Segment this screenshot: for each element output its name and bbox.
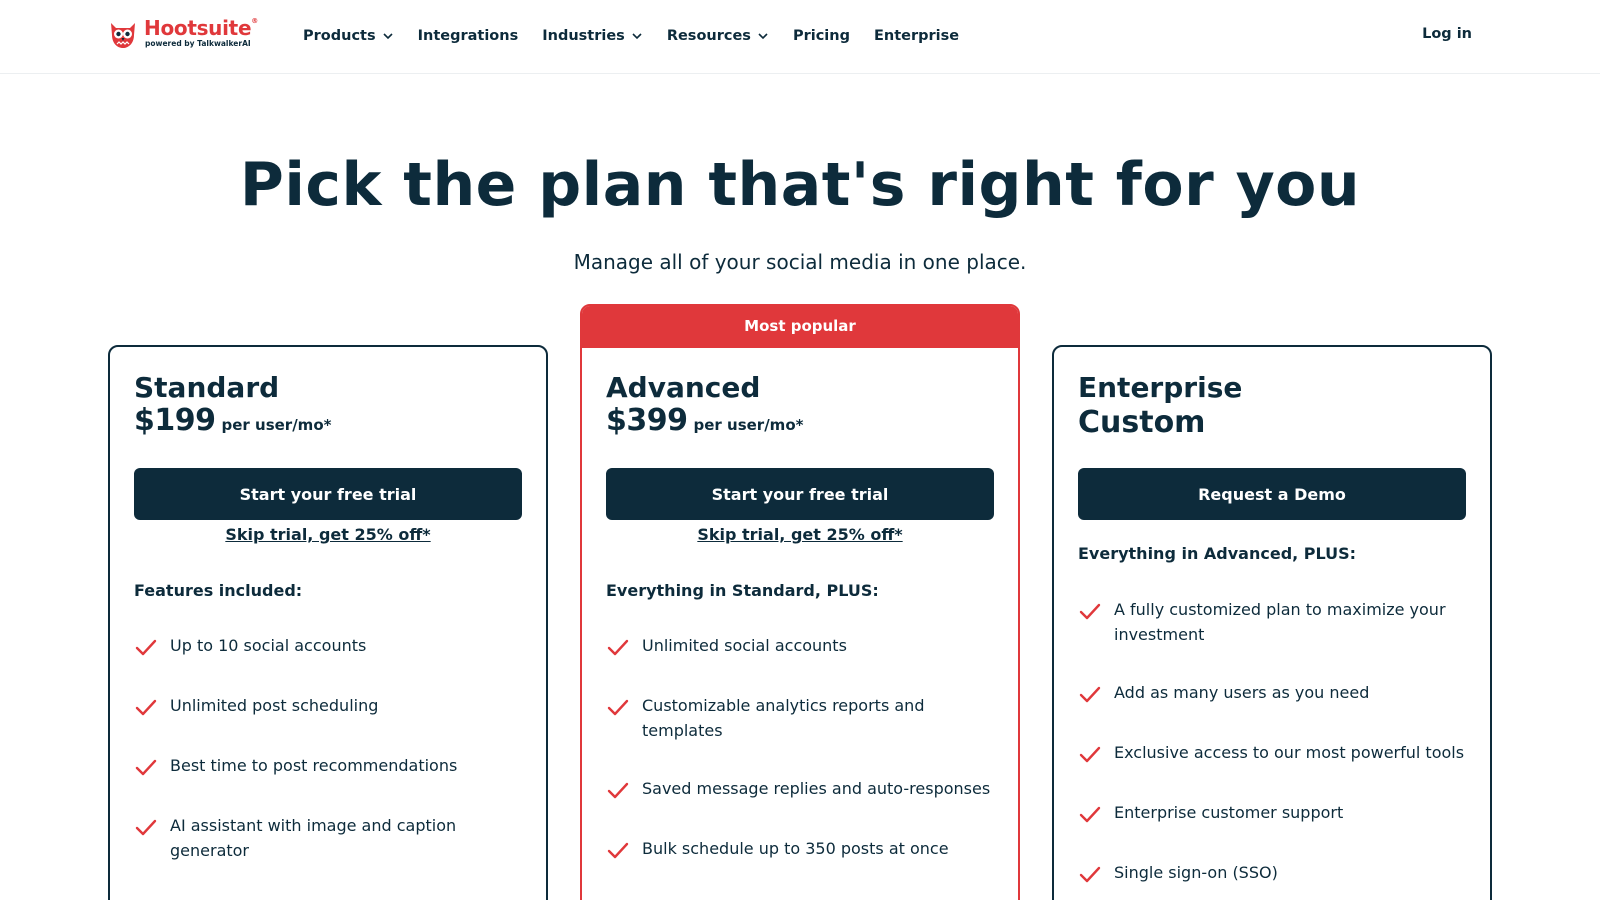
list-item: A fully customized plan to maximize your…	[1078, 597, 1468, 647]
skip-trial-link[interactable]: Skip trial, get 25% off*	[110, 525, 546, 544]
hootsuite-logo[interactable]: Hootsuite® powered by TalkwalkerAI	[108, 16, 258, 50]
nav-products[interactable]: Products	[303, 28, 394, 44]
nav-enterprise[interactable]: Enterprise	[874, 28, 959, 44]
plan-price: $399 per user/mo*	[606, 403, 803, 438]
chevron-down-icon	[383, 33, 393, 40]
most-popular-badge: Most popular	[582, 306, 1018, 348]
check-icon	[607, 699, 629, 716]
list-item: Single sign-on (SSO)	[1078, 860, 1468, 887]
features-heading: Everything in Advanced, PLUS:	[1078, 544, 1357, 563]
request-demo-button[interactable]: Request a Demo	[1078, 468, 1466, 520]
check-icon	[1079, 866, 1101, 883]
check-icon	[1079, 806, 1101, 823]
page-subtitle: Manage all of your social media in one p…	[573, 250, 1027, 274]
list-item: Exclusive access to our most powerful to…	[1078, 740, 1468, 767]
price-period: per user/mo*	[221, 416, 332, 434]
features-heading: Everything in Standard, PLUS:	[606, 581, 879, 600]
chevron-down-icon	[758, 33, 768, 40]
list-item: Best time to post recommendations	[134, 753, 524, 780]
check-icon	[135, 759, 157, 776]
feature-list: Up to 10 social accounts Unlimited post …	[134, 633, 524, 863]
brand-name: Hootsuite®	[144, 16, 258, 41]
list-item: Add as many users as you need	[1078, 680, 1468, 707]
check-icon	[135, 819, 157, 836]
feature-list: Unlimited social accounts Customizable a…	[606, 633, 996, 863]
check-icon	[607, 842, 629, 859]
nav-industries[interactable]: Industries	[542, 28, 643, 44]
check-icon	[607, 639, 629, 656]
page-title: Pick the plan that's right for you	[239, 150, 1361, 220]
start-free-trial-button[interactable]: Start your free trial	[606, 468, 994, 520]
list-item: Bulk schedule up to 350 posts at once	[606, 836, 996, 863]
brand-powered-by: powered by TalkwalkerAI	[145, 39, 251, 49]
check-icon	[1079, 686, 1101, 703]
list-item: Unlimited social accounts	[606, 633, 996, 660]
nav-pricing[interactable]: Pricing	[793, 28, 850, 44]
check-icon	[135, 639, 157, 656]
start-free-trial-button[interactable]: Start your free trial	[134, 468, 522, 520]
plan-card-advanced: Most popular Advanced $399 per user/mo* …	[580, 304, 1020, 900]
list-item: AI assistant with image and caption gene…	[134, 813, 524, 863]
list-item: Saved message replies and auto-responses	[606, 776, 996, 803]
check-icon	[1079, 746, 1101, 763]
check-icon	[1079, 603, 1101, 620]
plan-card-standard: Standard $199 per user/mo* Start your fr…	[108, 345, 548, 900]
list-item: Up to 10 social accounts	[134, 633, 524, 660]
plan-name: Advanced	[606, 371, 761, 404]
chevron-down-icon	[632, 33, 642, 40]
site-header: Hootsuite® powered by TalkwalkerAI Produ…	[0, 0, 1600, 74]
owl-logo-icon	[108, 17, 138, 49]
price-amount: $199	[134, 403, 216, 438]
feature-list: A fully customized plan to maximize your…	[1078, 597, 1468, 887]
logo-text: Hootsuite® powered by TalkwalkerAI	[144, 18, 258, 48]
plan-price: $199 per user/mo*	[134, 403, 331, 438]
custom-price: Custom	[1078, 405, 1206, 440]
main-nav: Products Integrations Industries Resourc…	[303, 28, 983, 44]
price-amount: $399	[606, 403, 688, 438]
plan-name: Standard	[134, 371, 280, 404]
check-icon	[135, 699, 157, 716]
check-icon	[607, 782, 629, 799]
nav-resources[interactable]: Resources	[667, 28, 769, 44]
nav-integrations[interactable]: Integrations	[418, 28, 519, 44]
price-period: per user/mo*	[693, 416, 804, 434]
list-item: Customizable analytics reports and templ…	[606, 693, 996, 743]
features-heading: Features included:	[134, 581, 303, 600]
login-link[interactable]: Log in	[1422, 26, 1472, 42]
list-item: Enterprise customer support	[1078, 800, 1468, 827]
list-item: Unlimited post scheduling	[134, 693, 524, 720]
skip-trial-link[interactable]: Skip trial, get 25% off*	[582, 525, 1018, 544]
plan-name: Enterprise	[1078, 371, 1243, 404]
plan-card-enterprise: Enterprise Custom Request a Demo Everyth…	[1052, 345, 1492, 900]
